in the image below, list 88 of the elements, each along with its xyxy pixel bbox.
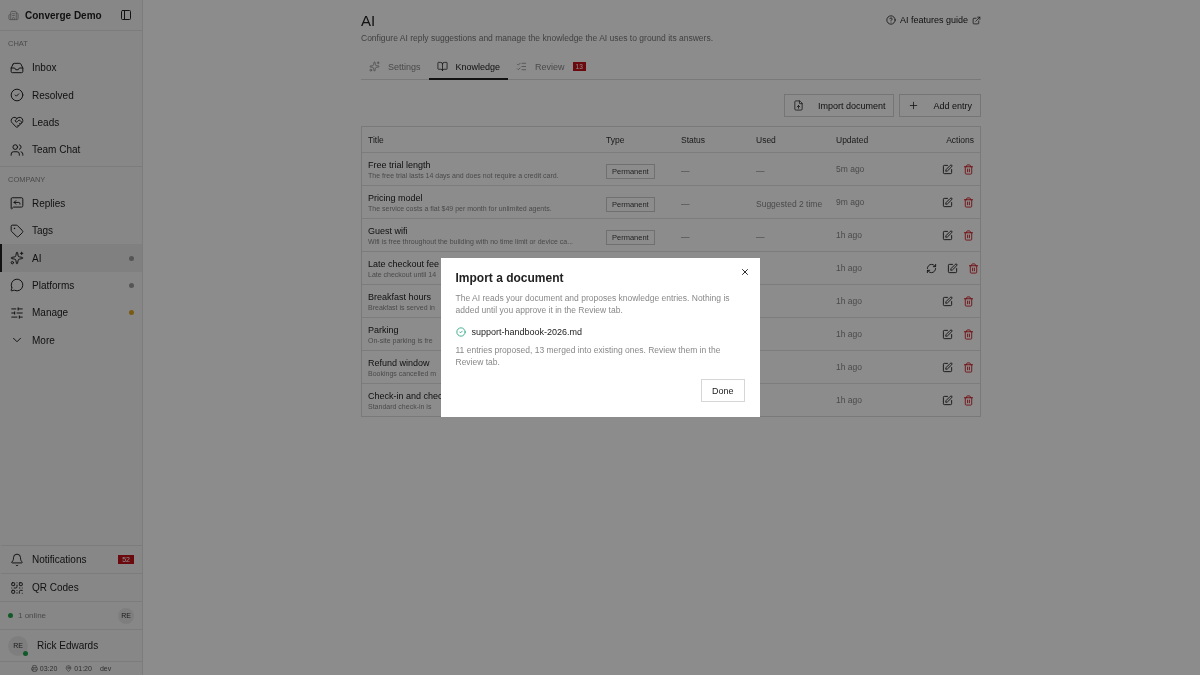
plus-icon — [908, 100, 920, 111]
edit-icon[interactable] — [942, 295, 953, 307]
delete-icon[interactable] — [963, 295, 974, 307]
edit-icon[interactable] — [942, 229, 953, 241]
delete-icon[interactable] — [963, 229, 974, 241]
edit-icon[interactable] — [942, 196, 953, 208]
file-upload-icon — [792, 100, 804, 111]
handshake-icon — [10, 115, 24, 130]
guide-link[interactable]: AI features guide — [885, 15, 981, 25]
edit-icon[interactable] — [942, 361, 953, 373]
file-name: support-handbook-2026.md — [471, 326, 583, 337]
building-icon — [8, 9, 19, 21]
nav-item[interactable]: Team Chat — [0, 136, 142, 164]
check-circle-icon — [455, 326, 466, 337]
dialog-title: Import a document — [455, 271, 565, 285]
nav-item[interactable]: Leads — [0, 108, 142, 137]
chat-bubble-icon — [10, 278, 24, 293]
updated-cell-text: 5m ago — [836, 164, 866, 174]
message-reply-icon — [10, 196, 24, 211]
updated-cell-text: 9m ago — [836, 197, 866, 207]
nav-item[interactable]: Tags — [0, 216, 142, 245]
nav-item[interactable]: QR Codes — [0, 573, 142, 601]
bell-icon — [10, 552, 24, 567]
nav-item[interactable]: Resolved — [0, 81, 142, 109]
result-text: 11 entries proposed, 13 merged into existing ones. Review them in the Review tab. — [455, 343, 722, 369]
online-dot — [8, 613, 13, 618]
inbox-icon — [10, 60, 24, 75]
nav-item[interactable]: AI — [0, 244, 142, 272]
edit-icon[interactable] — [947, 262, 958, 274]
used-cell: — — [756, 166, 765, 176]
status-cell: — — [681, 199, 690, 209]
delete-icon[interactable] — [963, 163, 974, 175]
page-title: AI — [361, 12, 376, 29]
delete-icon[interactable] — [963, 361, 974, 373]
used-cell: Suggested 2 time — [756, 199, 823, 209]
sparkles-icon — [369, 61, 380, 72]
delete-icon[interactable] — [968, 262, 979, 274]
nav-item[interactable]: More — [0, 326, 142, 354]
user-name: Rick Edwards — [37, 640, 99, 651]
nav-item[interactable]: Platforms — [0, 271, 142, 300]
column-header: Updated — [836, 134, 870, 145]
pin-icon — [65, 665, 73, 672]
qr-code-icon — [10, 580, 24, 595]
entry-title: Guest wifi — [368, 225, 408, 236]
entry-title: Free trial length — [368, 159, 431, 170]
done-button[interactable]: Done — [701, 379, 745, 403]
column-header: Actions — [945, 134, 974, 145]
nav-item[interactable]: Inbox — [0, 54, 142, 82]
close-button[interactable] — [739, 267, 750, 277]
help-icon — [885, 15, 896, 25]
sparkles-icon — [10, 251, 24, 266]
edit-icon[interactable] — [942, 163, 953, 175]
check-circle-icon — [10, 88, 24, 103]
column-header: Title — [368, 134, 385, 145]
nav-item[interactable]: Replies — [0, 189, 142, 217]
refresh-icon[interactable] — [926, 262, 937, 274]
tab[interactable]: Knowledge — [428, 61, 509, 80]
entry-title: Late checkout fee — [368, 258, 440, 269]
external-link-icon — [972, 15, 981, 25]
edit-icon[interactable] — [942, 394, 953, 406]
users-icon — [10, 142, 24, 157]
column-header: Used — [756, 134, 777, 145]
entry-title: Breakfast hours — [368, 291, 432, 302]
delete-icon[interactable] — [963, 328, 974, 340]
delete-icon[interactable] — [963, 196, 974, 208]
page-subtitle: Configure AI reply suggestions and manage the knowledge the AI uses to ground its answers. — [361, 33, 715, 43]
status-cell: — — [681, 232, 690, 242]
edit-icon[interactable] — [942, 328, 953, 340]
tag-icon — [10, 223, 24, 238]
column-header: Status — [681, 134, 707, 145]
column-header: Type — [606, 134, 626, 145]
sidebar-toggle-icon[interactable] — [120, 9, 132, 21]
entry-title: Pricing model — [368, 192, 423, 203]
entry-title: Refund window — [368, 357, 430, 368]
action-button[interactable]: Import document — [783, 94, 895, 117]
nav-item[interactable]: Manage — [0, 299, 142, 327]
workspace-name[interactable]: Converge Demo — [25, 9, 114, 21]
delete-icon[interactable] — [963, 394, 974, 406]
sliders-icon — [10, 305, 24, 320]
entry-title: Parking — [368, 324, 399, 335]
dialog-text: The AI reads your document and proposes knowledge entries. Nothing is added until you approve it in the Review tab. — [455, 292, 731, 317]
status-cell: — — [681, 166, 690, 176]
printer-icon — [30, 665, 38, 672]
used-cell: — — [756, 232, 765, 242]
tab[interactable]: Settings — [361, 61, 429, 80]
checklist-icon — [516, 61, 528, 72]
book-icon — [436, 61, 448, 72]
action-button[interactable]: Add entry — [899, 94, 981, 117]
